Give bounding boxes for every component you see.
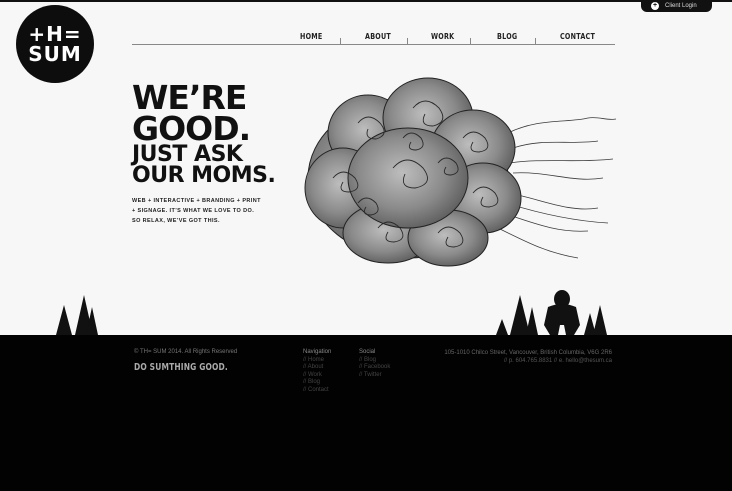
trees-bigfoot-silhouette <box>496 290 607 335</box>
footer-slogan: DO SUMTHING GOOD. <box>134 362 228 373</box>
main-nav: HOME ABOUT WORK BLOG CONTACT <box>132 30 615 45</box>
nav-blog[interactable]: BLOG <box>497 32 517 41</box>
footer-link-contact[interactable]: // Contact <box>303 387 331 395</box>
logo-line-2: SUM <box>28 42 82 66</box>
top-border <box>0 0 732 2</box>
footer-social-heading: Social <box>359 349 376 355</box>
client-login-button[interactable]: + Client Login <box>641 0 712 12</box>
footer: © TH= SUM 2014. All Rights Reserved DO S… <box>0 335 732 491</box>
logo-line-1: +H= <box>28 22 82 46</box>
footer-address-block: 105-1010 Chilco Street, Vancouver, Briti… <box>434 349 612 365</box>
footer-nav-heading: Navigation <box>303 349 332 355</box>
footer-social-column: Social // Blog // Facebook // Twitter <box>359 349 390 379</box>
footer-link-home[interactable]: // Home <box>303 357 331 365</box>
client-login-label: Client Login <box>665 3 697 9</box>
copyright: © TH= SUM 2014. All Rights Reserved <box>134 349 238 355</box>
footer-link-facebook[interactable]: // Facebook <box>359 364 390 372</box>
logo[interactable]: +H= SUM <box>16 5 94 83</box>
nav-contact[interactable]: CONTACT <box>560 32 595 41</box>
nav-about[interactable]: ABOUT <box>365 32 391 41</box>
footer-link-twitter[interactable]: // Twitter <box>359 372 390 380</box>
hero-line-2: GOOD. <box>132 109 251 149</box>
cloud-illustration <box>304 77 617 267</box>
footer-link-about[interactable]: // About <box>303 364 331 372</box>
footer-nav-column: Navigation // Home // About // Work // B… <box>303 349 331 395</box>
footer-link-blog[interactable]: // Blog <box>303 379 331 387</box>
nav-divider <box>470 38 471 44</box>
nav-divider <box>535 38 536 44</box>
plus-icon: + <box>651 2 659 10</box>
hero-tagline: WEB + INTERACTIVE + BRANDING + PRINT + S… <box>132 198 261 224</box>
nav-divider <box>407 38 408 44</box>
trees-left-silhouette <box>56 295 98 337</box>
footer-link-social-blog[interactable]: // Blog <box>359 357 390 365</box>
footer-contact[interactable]: // p. 604.765.8831 // e. hello@thesum.ca <box>434 357 612 365</box>
hero-line-4: OUR MOMS. <box>132 162 276 188</box>
hero-headline: WE’RE GOOD. JUST ASK OUR MOMS. <box>132 81 276 188</box>
nav-divider <box>340 38 341 44</box>
nav-home[interactable]: HOME <box>300 32 323 41</box>
footer-address: 105-1010 Chilco Street, Vancouver, Briti… <box>444 350 612 356</box>
nav-work[interactable]: WORK <box>431 32 454 41</box>
footer-link-work[interactable]: // Work <box>303 372 331 380</box>
